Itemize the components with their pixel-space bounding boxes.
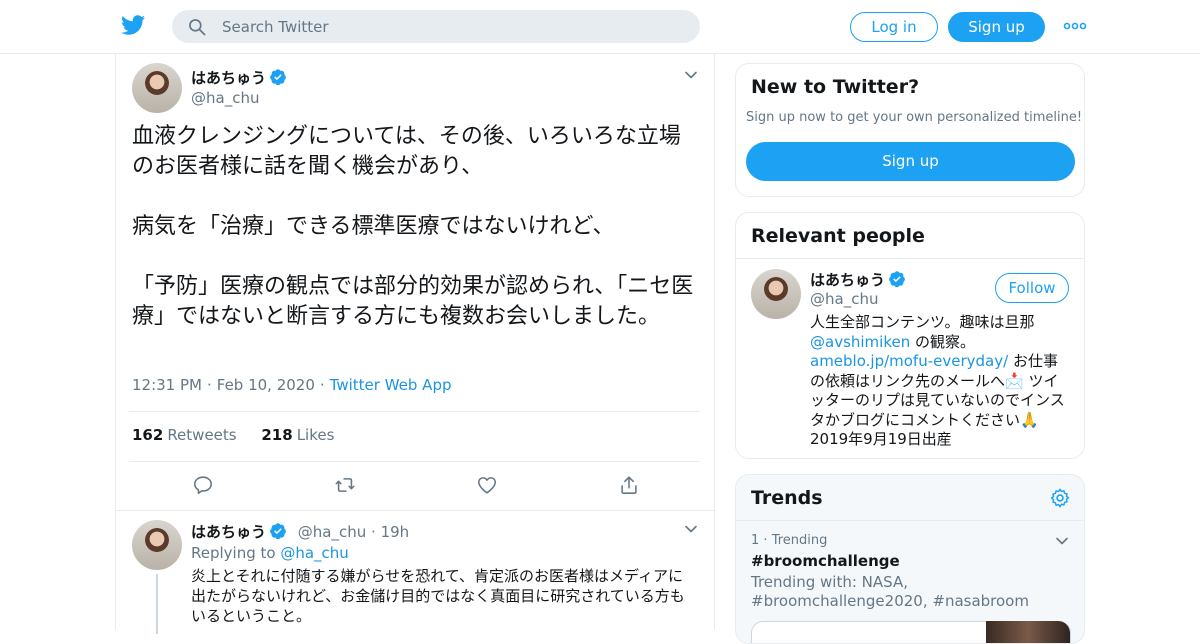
top-navigation-bar: Log in Sign up [0,0,1200,54]
person-name[interactable]: はあちゅう [810,271,885,289]
reply-age[interactable]: 19h [381,523,410,541]
tweet-date[interactable]: Feb 10, 2020 [217,376,315,394]
avatar[interactable] [132,63,182,113]
signup-button[interactable]: Sign up [948,12,1045,42]
person-bio: 人生全部コンテンツ。趣味は旦那 @avshimiken の観察。 ameblo.jp… [810,313,1065,448]
envelope-icon: 📩 [1005,371,1024,390]
person-name-row[interactable]: はあちゅう [810,269,906,290]
person-handle[interactable]: @ha_chu [810,290,878,308]
tweet-metadata: 12:31 PM · Feb 10, 2020 · Twitter Web App [132,376,452,394]
tweet-source-link[interactable]: Twitter Web App [330,376,452,394]
tweet-paragraph: 血液クレンジングについては、その後、いろいろな立場のお医者様に話を聞く機会があり… [132,124,681,179]
relevant-people-card: Relevant people はあちゅう @ha_chu Follow 人生全… [735,212,1085,459]
divider [736,520,1084,521]
retweet-icon[interactable] [334,474,356,496]
author-name[interactable]: はあちゅう [191,69,266,87]
author-handle[interactable]: @ha_chu [191,89,259,107]
tweet-time[interactable]: 12:31 PM [132,376,202,394]
avatar[interactable] [751,269,801,319]
trend-name[interactable]: #broomchallenge [751,552,900,570]
search-box[interactable] [172,10,700,43]
tweet-paragraph: 「予防」医療の観点では部分的効果が認められ、「ニセ医療」ではないと断言する方にも… [132,274,694,329]
login-button[interactable]: Log in [850,12,938,42]
bio-mention-link[interactable]: @avshimiken [810,333,910,351]
verified-icon [889,271,905,288]
card-title: New to Twitter? [751,76,920,98]
chevron-down-icon[interactable] [1054,533,1070,549]
like-icon[interactable] [476,474,498,496]
search-input[interactable] [222,10,682,43]
card-title: Relevant people [751,225,925,247]
settings-gear-icon[interactable] [1049,487,1071,509]
more-icon[interactable] [1063,18,1087,34]
tweet-text: 血液クレンジングについては、その後、いろいろな立場のお医者様に話を聞く機会があり… [132,122,702,332]
chevron-down-icon[interactable] [683,521,699,537]
bio-url-link[interactable]: ameblo.jp/mofu-everyday/ [810,352,1008,370]
new-to-twitter-card: New to Twitter? Sign up now to get your … [735,63,1085,197]
tweet-stats: 162 Retweets 218 Likes [132,426,354,444]
tweet-actions [116,474,716,498]
card-title: Trends [751,487,823,509]
divider [129,411,700,412]
reply-text: 炎上とそれに付随する嫌がらせを恐れて、肯定派のお医者様はメディアに出たがらないけ… [191,567,685,625]
reply-icon[interactable] [192,474,214,496]
main-tweet-column: はあちゅう @ha_chu 血液クレンジングについては、その後、いろいろな立場の… [115,54,716,634]
twitter-bird-icon[interactable] [120,13,147,37]
share-icon[interactable] [618,474,640,496]
trends-card: Trends 1 · Trending #broomchallenge Tren… [735,474,1085,644]
likes-stat[interactable]: 218 Likes [261,426,334,444]
follow-button[interactable]: Follow [995,273,1069,303]
divider [116,510,716,511]
thread-connector-line [156,574,158,634]
replying-to: Replying to @ha_chu [191,544,349,562]
retweets-stat[interactable]: 162 Retweets [132,426,237,444]
reply-author-name[interactable]: はあちゅう [191,523,266,541]
chevron-down-icon[interactable] [683,67,699,83]
trend-thumbnail [986,621,1070,643]
divider [129,461,700,462]
reply-header: はあちゅう @ha_chu · 19h [191,523,410,541]
verified-icon [270,523,286,540]
card-subtitle: Sign up now to get your own personalized… [746,110,1083,125]
divider [736,258,1084,259]
trend-related: Trending with: NASA, #broomchallenge2020… [751,573,1029,610]
reply-author-handle[interactable]: @ha_chu [298,523,366,541]
folded-hands-icon: 🙏 [1020,410,1039,429]
avatar[interactable] [132,520,182,570]
replying-to-handle-link[interactable]: @ha_chu [280,544,348,562]
signup-button[interactable]: Sign up [746,142,1075,181]
tweet-paragraph: 病気を「治療」できる標準医療ではないけれど、 [132,214,615,239]
trend-meta: 1 · Trending [751,533,828,548]
search-icon [189,19,206,36]
verified-icon [270,69,286,86]
author-name-row[interactable]: はあちゅう [191,67,287,88]
